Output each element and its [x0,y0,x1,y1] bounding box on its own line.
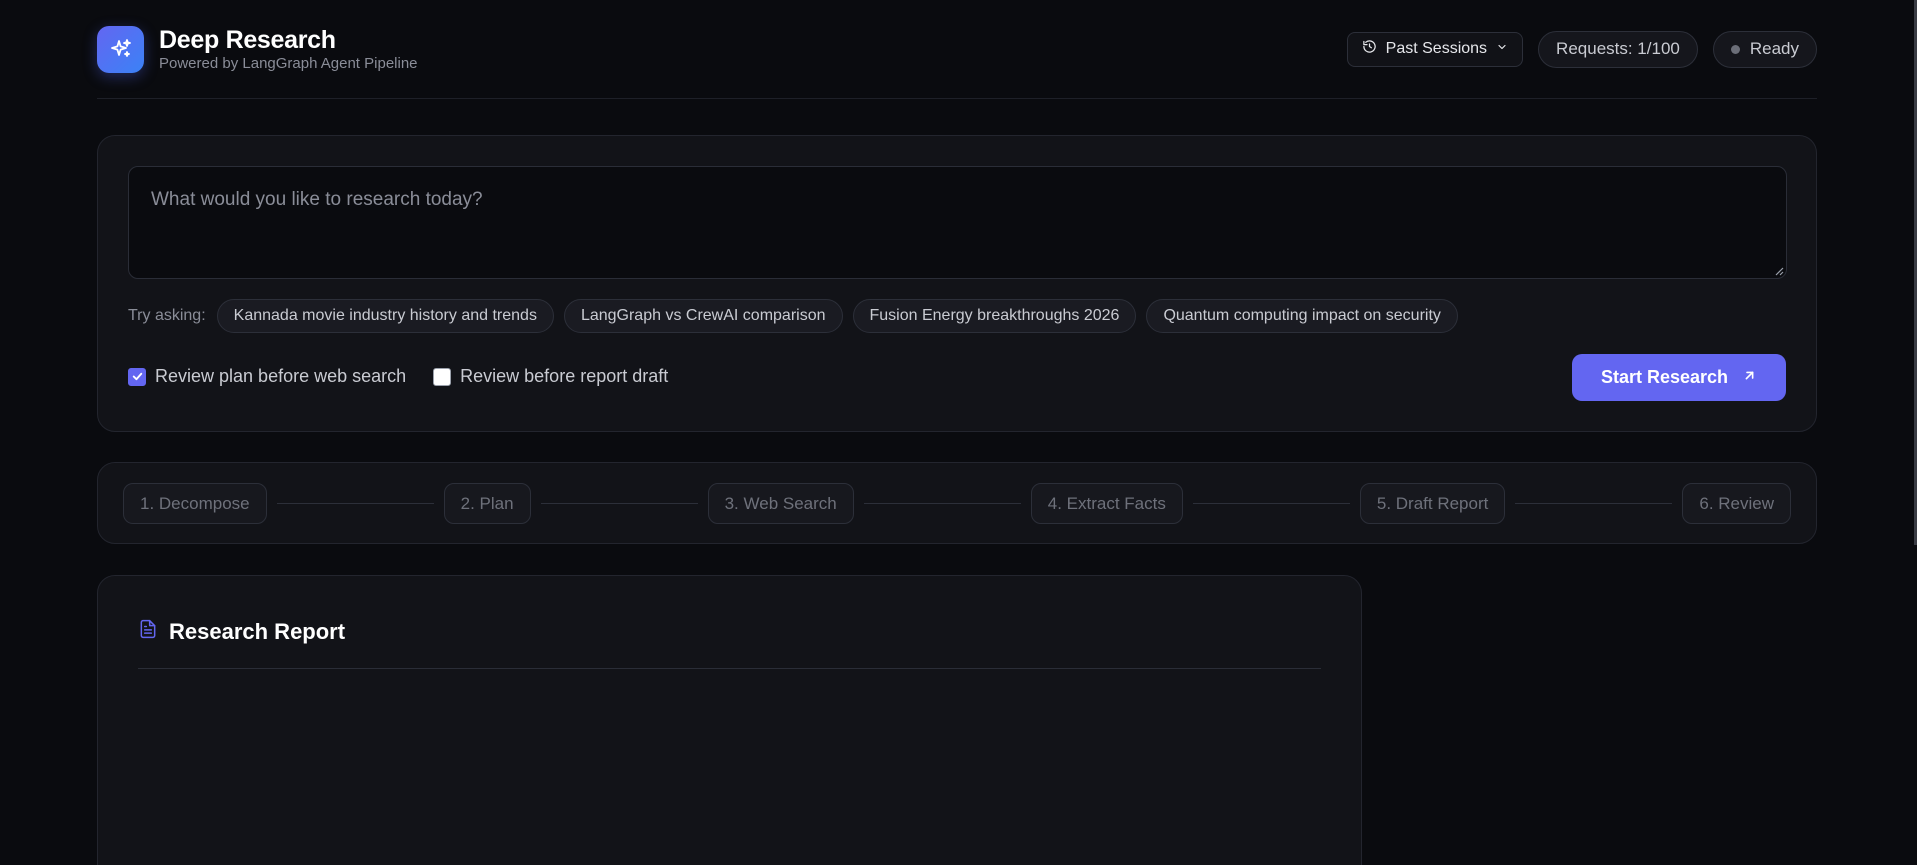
suggestion-chip[interactable]: Fusion Energy breakthroughs 2026 [852,299,1137,333]
review-report-option[interactable]: Review before report draft [433,366,668,387]
review-report-label: Review before report draft [460,366,669,386]
suggestion-chip[interactable]: LangGraph vs CrewAI comparison [563,299,843,333]
suggestions-row: Try asking: Kannada movie industry histo… [128,299,1458,333]
suggestion-chip[interactable]: Kannada movie industry history and trend… [216,299,554,333]
review-plan-label: Review plan before web search [155,366,407,386]
pipeline-step-extract-facts: 4. Extract Facts [1030,483,1183,524]
suggestions-label: Try asking: [128,307,206,324]
start-research-button[interactable]: Start Research [1572,354,1786,401]
step-connector [1192,503,1350,504]
app-title: Deep Research [159,26,336,54]
report-header: Research Report [138,618,345,645]
suggestion-chip[interactable]: Quantum computing impact on security [1146,299,1458,333]
pipeline-steps: 1. Decompose 2. Plan 3. Web Search 4. Ex… [123,483,1792,524]
pipeline-tracker: 1. Decompose 2. Plan 3. Web Search 4. Ex… [97,462,1817,544]
app-root: Deep Research Powered by LangGraph Agent… [97,0,1817,865]
requests-label: Requests: 1/100 [1556,39,1680,58]
header-actions: Past Sessions Requests: 1/100 Ready [1346,30,1817,68]
start-research-label: Start Research [1600,367,1729,387]
chevron-down-icon [1496,40,1508,58]
report-title: Research Report [169,618,346,644]
app-subtitle: Powered by LangGraph Agent Pipeline [159,55,418,72]
pipeline-step-review: 6. Review [1682,483,1792,524]
research-query-input[interactable]: What would you like to research today? [128,166,1787,279]
research-query-placeholder: What would you like to research today? [151,189,483,210]
research-input-card: What would you like to research today? T… [97,135,1817,432]
review-report-checkbox[interactable] [433,367,452,386]
status-label: Ready [1749,39,1799,58]
step-connector [863,503,1021,504]
review-plan-option[interactable]: Review plan before web search [128,366,406,387]
pipeline-step-plan: 2. Plan [443,483,531,524]
pipeline-step-draft-report: 5. Draft Report [1359,483,1506,524]
status-badge: Ready [1712,30,1817,68]
step-connector [276,503,434,504]
arrow-up-right-icon [1742,367,1757,388]
step-connector [1515,503,1673,504]
review-options: Review plan before web search Review bef… [128,366,668,387]
review-plan-checkbox[interactable] [128,367,146,386]
document-icon [138,618,158,645]
past-sessions-label: Past Sessions [1385,40,1488,57]
app-header: Deep Research Powered by LangGraph Agent… [97,0,1817,99]
requests-badge: Requests: 1/100 [1538,30,1698,68]
research-report-panel: Research Report [97,575,1362,865]
pipeline-step-web-search: 3. Web Search [707,483,854,524]
history-icon [1362,39,1377,59]
brand: Deep Research Powered by LangGraph Agent… [97,25,418,73]
resize-grip-icon[interactable] [1774,266,1784,276]
step-connector [540,503,698,504]
sparkles-icon [97,25,144,73]
pipeline-step-decompose: 1. Decompose [123,483,267,524]
brand-text: Deep Research Powered by LangGraph Agent… [159,25,418,73]
status-dot [1730,44,1740,54]
past-sessions-button[interactable]: Past Sessions [1346,31,1524,67]
report-divider [138,668,1321,669]
